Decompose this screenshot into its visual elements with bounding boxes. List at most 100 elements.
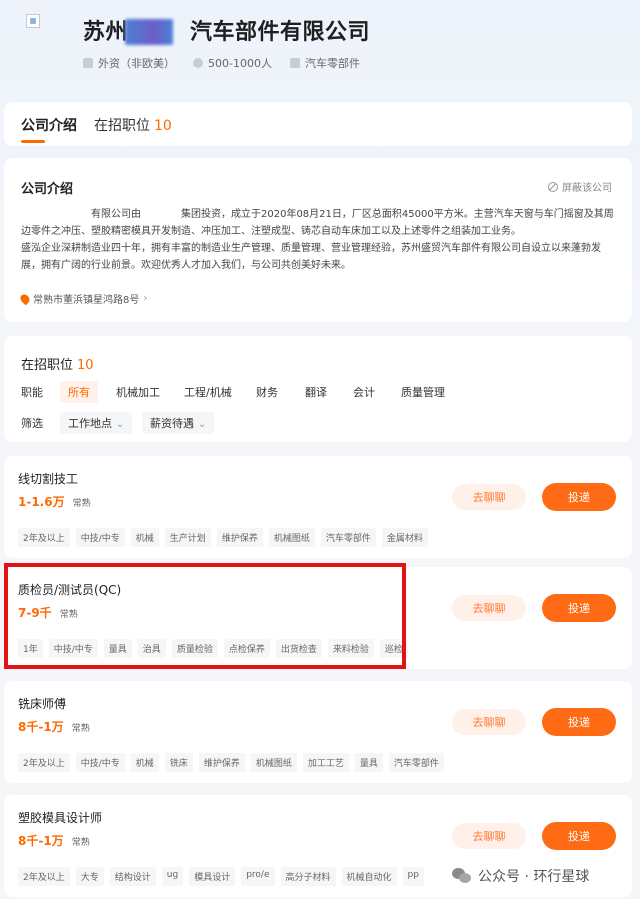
filter-label: 筛选 (21, 417, 43, 430)
location-dropdown[interactable]: 工作地点 (60, 412, 133, 434)
job-tags: 2年及以上 中技/中专 机械 铣床 维护保养 机械图纸 加工工艺 量具 汽车零部… (18, 753, 444, 772)
job-tag: 模具设计 (189, 867, 236, 886)
job-tag: 中技/中专 (48, 639, 98, 658)
chat-button[interactable]: 去聊聊 (452, 595, 526, 621)
job-tag: 2年及以上 (18, 528, 70, 547)
job-card[interactable]: 铣床师傅 8千-1万 常熟 2年及以上 中技/中专 机械 铣床 维护保养 机械图纸… (4, 681, 632, 783)
job-tag: 结构设计 (109, 867, 156, 886)
job-tag: 汽车零部件 (388, 753, 444, 772)
job-tag: 中技/中专 (75, 528, 125, 547)
job-tag: pro/e (241, 867, 275, 886)
chat-button[interactable]: 去聊聊 (452, 709, 526, 735)
job-tag: 汽车零部件 (320, 528, 376, 547)
job-tag: 机械自动化 (341, 867, 397, 886)
wechat-watermark: 公众号 · 环行星球 (452, 866, 589, 886)
block-company-link[interactable]: 屏蔽该公司 (548, 179, 612, 194)
function-label: 职能 (21, 386, 43, 399)
building-icon (83, 58, 93, 68)
block-icon (548, 181, 558, 192)
tab-count-badge: 10 (154, 118, 172, 134)
job-salary: 8千-1万 常熟 (18, 720, 90, 734)
ownership-meta: 外资（非欧美） (83, 55, 175, 71)
wechat-icon (452, 868, 472, 884)
job-tag: 1年 (18, 639, 43, 658)
job-tag: 维护保养 (198, 753, 245, 772)
job-tag: 机械图纸 (268, 528, 315, 547)
job-tag: 机械 (130, 528, 159, 547)
tab-open-positions[interactable]: 在招职位 10 (94, 115, 172, 135)
job-salary: 7-9千 常熟 (18, 606, 78, 620)
job-title[interactable]: 质检员/测试员(QC) (18, 581, 121, 598)
filter-title: 在招职位 10 (21, 358, 94, 373)
job-tag: 维护保养 (216, 528, 263, 547)
job-tag: 来料检验 (327, 639, 374, 658)
active-tab-indicator (21, 140, 45, 143)
job-tag: 金属材料 (381, 528, 428, 547)
redaction-blur (125, 19, 173, 45)
job-title[interactable]: 铣床师傅 (18, 695, 66, 712)
job-tag: 铣床 (164, 753, 193, 772)
job-card[interactable]: 质检员/测试员(QC) 7-9千 常熟 1年 中技/中专 量具 治具 质量检验 点… (4, 567, 632, 669)
job-title[interactable]: 塑胶模具设计师 (18, 809, 102, 826)
job-tag: 机械图纸 (250, 753, 297, 772)
job-tag: 生产计划 (164, 528, 211, 547)
company-meta: 外资（非欧美） 500-1000人 汽车零部件 (83, 55, 360, 71)
job-tag: pp (402, 867, 424, 886)
function-chip-translation[interactable]: 翻译 (297, 381, 335, 403)
job-tags: 2年及以上 中技/中专 机械 生产计划 维护保养 机械图纸 汽车零部件 金属材料 (18, 528, 428, 547)
industry-meta: 汽车零部件 (289, 55, 360, 71)
function-chip-all[interactable]: 所有 (60, 381, 98, 403)
function-chip-accounting[interactable]: 会计 (345, 381, 383, 403)
company-logo (26, 14, 40, 28)
size-meta: 500-1000人 (193, 55, 272, 71)
job-tag: 2年及以上 (18, 753, 70, 772)
job-tag: 2年及以上 (18, 867, 70, 886)
function-chip-quality[interactable]: 质量管理 (393, 381, 453, 403)
job-tag: 大专 (75, 867, 104, 886)
apply-button[interactable]: 投递 (542, 822, 616, 850)
chat-button[interactable]: 去聊聊 (452, 823, 526, 849)
position-filter-card: 在招职位 10 职能 所有 机械加工 工程/机械 财务 翻译 会计 质量管理 筛选… (4, 336, 632, 442)
job-salary: 1-1.6万 常熟 (18, 495, 91, 509)
company-address[interactable]: 常熟市董浜镇星鸿路8号 › (18, 291, 148, 306)
job-location: 常熟 (71, 724, 90, 734)
job-salary: 8千-1万 常熟 (18, 834, 90, 848)
job-tags: 2年及以上 大专 结构设计 ug 模具设计 pro/e 高分子材料 机械自动化 … (18, 867, 424, 886)
job-tag: ug (161, 867, 184, 886)
company-header: 苏州 汽车部件有限公司 外资（非欧美） 500-1000人 汽车零部件 (0, 0, 640, 100)
job-card[interactable]: 线切割技工 1-1.6万 常熟 2年及以上 中技/中专 机械 生产计划 维护保养 … (4, 456, 632, 558)
tab-bar: 公司介绍 在招职位 10 (4, 102, 632, 146)
job-tag: 出货检查 (275, 639, 322, 658)
job-tag: 点检保养 (223, 639, 270, 658)
person-icon (193, 58, 203, 68)
job-title[interactable]: 线切割技工 (18, 470, 78, 487)
job-location: 常熟 (59, 610, 78, 620)
industry-icon (289, 58, 300, 68)
job-tag: 机械 (130, 753, 159, 772)
intro-title: 公司介绍 (21, 182, 74, 197)
job-tag: 量具 (103, 639, 132, 658)
apply-button[interactable]: 投递 (542, 594, 616, 622)
job-tag: 中技/中专 (75, 753, 125, 772)
job-tag: 治具 (137, 639, 166, 658)
apply-button[interactable]: 投递 (542, 483, 616, 511)
job-tag: 高分子材料 (280, 867, 336, 886)
apply-button[interactable]: 投递 (542, 708, 616, 736)
function-chip-finance[interactable]: 财务 (248, 381, 286, 403)
intro-text: 有限公司由 集团投资，成立于2020年08月21日，厂区总面积45000平方米。主… (21, 209, 614, 271)
salary-dropdown[interactable]: 薪资待遇 (142, 412, 215, 434)
company-name-prefix: 苏州 (83, 20, 129, 45)
company-name-suffix: 汽车部件有限公司 (190, 20, 371, 45)
job-location: 常熟 (71, 838, 90, 848)
chevron-right-icon: › (143, 293, 148, 304)
function-chip-engineering[interactable]: 工程/机械 (176, 381, 240, 403)
tab-company-intro[interactable]: 公司介绍 (21, 115, 77, 135)
job-tag: 质量检验 (171, 639, 218, 658)
chat-button[interactable]: 去聊聊 (452, 484, 526, 510)
function-chip-machining[interactable]: 机械加工 (108, 381, 168, 403)
company-intro-card: 公司介绍 屏蔽该公司 有限公司由 集团投资，成立于2020年08月21日，厂区总面… (4, 158, 632, 322)
job-tag: 量具 (354, 753, 383, 772)
location-pin-icon (18, 292, 32, 305)
job-tag: 加工工艺 (302, 753, 349, 772)
job-location: 常熟 (72, 499, 91, 509)
